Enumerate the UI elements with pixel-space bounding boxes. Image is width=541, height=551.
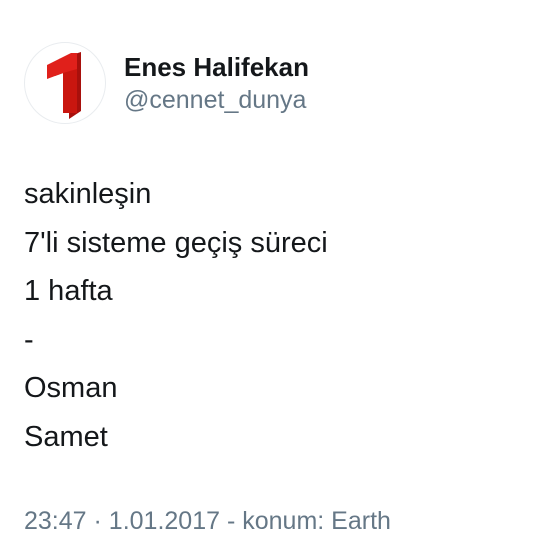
- meta-separator: ·: [93, 507, 102, 535]
- tweet-date[interactable]: 1.01.2017: [109, 507, 220, 535]
- tweet-text: sakinleşin 7'li sisteme geçiş süreci 1 h…: [24, 170, 524, 461]
- tweet-line: 7'li sisteme geçiş süreci: [24, 226, 328, 259]
- tweet-line: Osman: [24, 372, 118, 404]
- tweet-location[interactable]: konum: Earth: [242, 507, 391, 535]
- tweet-meta: 23:47 · 1.01.2017 - konum: Earth: [24, 505, 391, 537]
- tweet-time[interactable]: 23:47: [24, 507, 87, 535]
- tweet-line: Samet: [24, 420, 108, 453]
- avatar[interactable]: [24, 42, 106, 124]
- tweet-line: -: [24, 323, 34, 356]
- author-name[interactable]: Enes Halifekan: [124, 52, 309, 82]
- author-handle[interactable]: @cennet_dunya: [124, 85, 306, 115]
- meta-dash: -: [226, 507, 236, 535]
- tweet-line: 1 hafta: [24, 275, 113, 307]
- number-one-logo-icon: [47, 52, 81, 119]
- tweet-line: sakinleşin: [24, 178, 152, 210]
